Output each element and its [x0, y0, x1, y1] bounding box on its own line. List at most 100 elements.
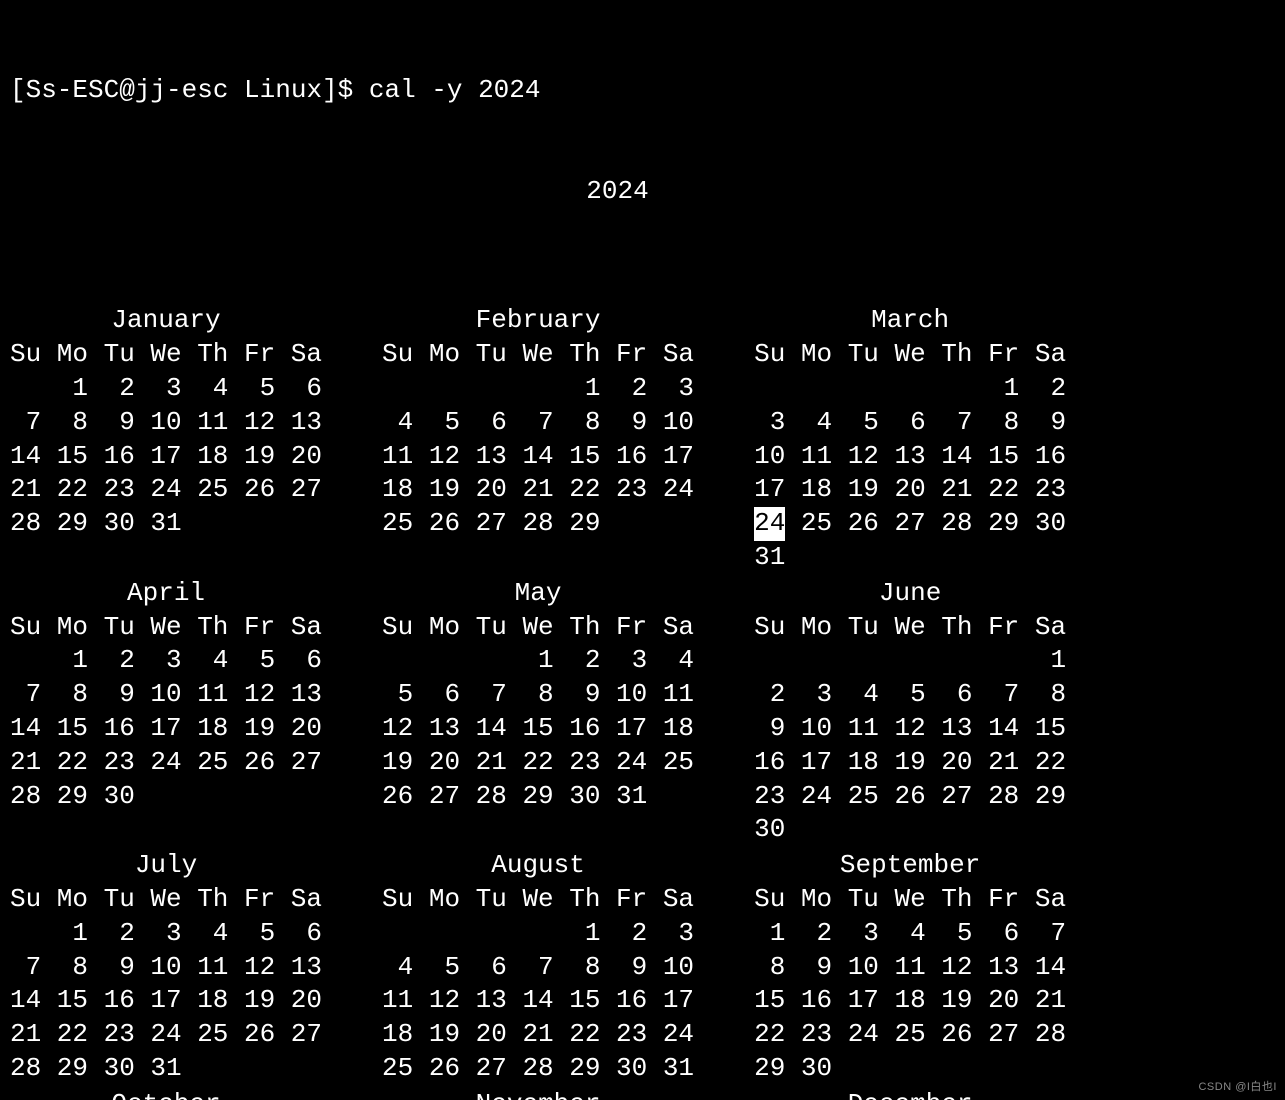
day-cell: 25	[197, 1018, 228, 1052]
day-cell: 8	[754, 951, 785, 985]
day-cell: 30	[104, 507, 135, 541]
day-cell: 25	[197, 473, 228, 507]
day-cell: 12	[244, 951, 275, 985]
day-cell: 17	[150, 440, 181, 474]
day-cell: 2	[754, 678, 785, 712]
day-cell: 9	[104, 678, 135, 712]
day-cell: 18	[382, 1018, 413, 1052]
day-cell	[848, 1052, 879, 1086]
weekday-label: We	[522, 338, 553, 372]
day-cell: 19	[894, 746, 925, 780]
day-cell: 9	[569, 678, 600, 712]
day-cell: 16	[754, 746, 785, 780]
weekday-label: Tu	[476, 883, 507, 917]
day-cell: 1	[569, 917, 600, 951]
day-cell: 10	[150, 951, 181, 985]
day-cell: 20	[988, 984, 1019, 1018]
day-cell	[522, 917, 553, 951]
day-cell	[848, 541, 879, 575]
day-cell: 2	[616, 372, 647, 406]
day-cell: 23	[1035, 473, 1066, 507]
weekday-label: Fr	[244, 338, 275, 372]
weekday-label: Su	[382, 883, 413, 917]
day-cell: 24	[663, 1018, 694, 1052]
day-cell: 20	[941, 746, 972, 780]
day-cell: 24	[801, 780, 832, 814]
weekday-label: Tu	[104, 338, 135, 372]
month-name: April	[10, 577, 322, 611]
day-cell: 12	[429, 440, 460, 474]
day-cell	[291, 1052, 322, 1086]
day-cell: 1	[522, 644, 553, 678]
day-cell: 6	[941, 678, 972, 712]
weekday-label: We	[150, 611, 181, 645]
day-cell: 22	[57, 746, 88, 780]
week-row: 4 5 6 7 8 910	[382, 406, 694, 440]
day-cell: 26	[429, 1052, 460, 1086]
day-cell: 3	[848, 917, 879, 951]
day-cell: 2	[1035, 372, 1066, 406]
day-cell: 4	[197, 644, 228, 678]
day-cell	[244, 1052, 275, 1086]
day-cell: 20	[291, 440, 322, 474]
weekday-label: Su	[382, 611, 413, 645]
week-row: 4 5 6 7 8 910	[382, 951, 694, 985]
week-row: 7 8 910111213	[10, 678, 322, 712]
day-cell	[894, 541, 925, 575]
day-cell: 14	[10, 712, 41, 746]
day-cell: 5	[848, 406, 879, 440]
day-cell	[10, 917, 41, 951]
week-row: 11121314151617	[382, 440, 694, 474]
day-cell: 27	[291, 473, 322, 507]
week-row: 8 91011121314	[754, 951, 1066, 985]
day-cell: 12	[244, 406, 275, 440]
day-cell: 11	[382, 984, 413, 1018]
day-cell: 12	[848, 440, 879, 474]
day-cell: 17	[150, 984, 181, 1018]
day-cell: 17	[848, 984, 879, 1018]
weekday-label: Sa	[291, 338, 322, 372]
weekday-label: Sa	[1035, 338, 1066, 372]
day-cell: 5	[429, 951, 460, 985]
day-cell: 21	[10, 746, 41, 780]
day-cell: 19	[429, 1018, 460, 1052]
day-cell: 8	[569, 951, 600, 985]
day-cell: 5	[894, 678, 925, 712]
day-cell: 27	[291, 1018, 322, 1052]
day-cell: 15	[754, 984, 785, 1018]
day-cell: 24	[848, 1018, 879, 1052]
day-cell	[848, 644, 879, 678]
week-row: 15161718192021	[754, 984, 1066, 1018]
day-cell: 25	[663, 746, 694, 780]
week-row: 21222324252627	[10, 746, 322, 780]
day-cell: 25	[197, 746, 228, 780]
day-cell	[801, 372, 832, 406]
day-cell: 26	[429, 507, 460, 541]
weekday-label: Mo	[801, 611, 832, 645]
day-cell: 20	[476, 473, 507, 507]
day-cell: 10	[801, 712, 832, 746]
day-cell: 12	[244, 678, 275, 712]
week-row: 14151617181920	[10, 440, 322, 474]
weekday-label: Su	[10, 883, 41, 917]
day-cell: 10	[754, 440, 785, 474]
day-cell: 21	[476, 746, 507, 780]
day-cell	[476, 372, 507, 406]
day-cell: 27	[476, 1052, 507, 1086]
day-cell: 21	[1035, 984, 1066, 1018]
day-cell: 27	[894, 507, 925, 541]
day-cell: 26	[244, 746, 275, 780]
day-cell: 26	[244, 473, 275, 507]
day-cell	[894, 372, 925, 406]
day-cell: 23	[104, 473, 135, 507]
day-cell: 16	[569, 712, 600, 746]
day-cell: 5	[382, 678, 413, 712]
day-cell: 13	[988, 951, 1019, 985]
day-cell	[801, 644, 832, 678]
month-august: AugustSuMoTuWeThFrSa 1 2 3 4 5 6 7 8 910…	[382, 849, 694, 1086]
day-cell: 11	[197, 406, 228, 440]
weekday-label: Sa	[1035, 611, 1066, 645]
month-name: September	[754, 849, 1066, 883]
day-cell: 24	[150, 473, 181, 507]
week-row: 16171819202122	[754, 746, 1066, 780]
